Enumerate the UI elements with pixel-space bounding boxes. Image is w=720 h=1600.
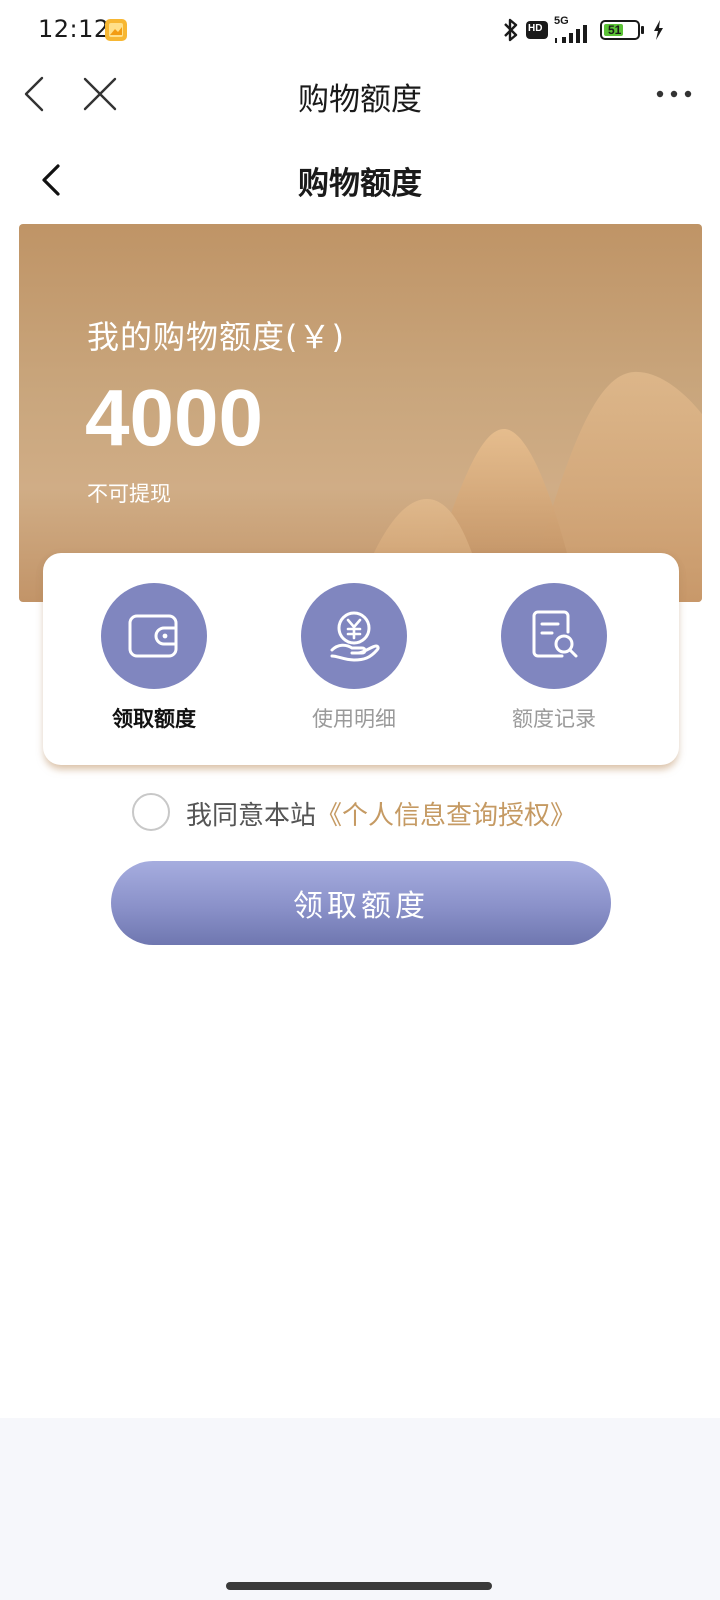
webview-toolbar: 购物额度	[0, 62, 720, 126]
claim-quota-button[interactable]: 领取额度	[111, 861, 611, 945]
agreement-text: 我同意本站《个人信息查询授权》	[186, 795, 576, 832]
quota-amount: 4000	[85, 373, 263, 462]
document-search-icon	[532, 610, 578, 658]
action-label: 额度记录	[512, 707, 596, 731]
action-card: 领取额度 使用明细 额度记录	[43, 553, 679, 765]
action-claim-quota[interactable]: 领取额度	[54, 583, 254, 743]
action-label: 使用明细	[312, 707, 396, 731]
webview-title: 购物额度	[298, 82, 422, 118]
agreement-prefix: 我同意本站	[186, 801, 317, 831]
battery-icon	[600, 20, 644, 40]
signal-icon	[555, 25, 587, 43]
agreement-checkbox[interactable]	[132, 793, 170, 831]
bottom-area	[0, 1418, 720, 1600]
quota-label: 我的购物额度(￥)	[87, 318, 345, 356]
wallet-icon	[128, 614, 178, 658]
action-label: 领取额度	[112, 707, 196, 731]
action-quota-records[interactable]: 额度记录	[454, 583, 654, 743]
yuan-coin-hand-icon	[330, 611, 380, 662]
battery-level: 51	[608, 23, 622, 37]
page-header: 购物额度	[0, 140, 720, 220]
gallery-app-icon	[105, 19, 127, 41]
status-time: 12:12	[38, 15, 110, 43]
quota-banner: 我的购物额度(￥) 4000 不可提现	[19, 224, 702, 602]
bluetooth-icon	[504, 18, 518, 42]
page-title: 购物额度	[298, 166, 422, 202]
action-icon-circle	[301, 583, 407, 689]
agreement-link[interactable]: 《个人信息查询授权》	[316, 801, 576, 831]
home-indicator[interactable]	[226, 1582, 492, 1590]
action-icon-circle	[501, 583, 607, 689]
status-bar: 12:12 HD 5G 51	[0, 0, 720, 62]
charging-icon	[654, 20, 663, 40]
quota-note: 不可提现	[87, 482, 171, 506]
agreement-row: 我同意本站《个人信息查询授权》	[132, 793, 652, 833]
hd-badge-text: HD	[528, 23, 543, 34]
more-icon[interactable]	[656, 84, 692, 104]
action-usage-detail[interactable]: 使用明细	[254, 583, 454, 743]
action-icon-circle	[101, 583, 207, 689]
status-icons: HD 5G 51	[502, 15, 672, 44]
